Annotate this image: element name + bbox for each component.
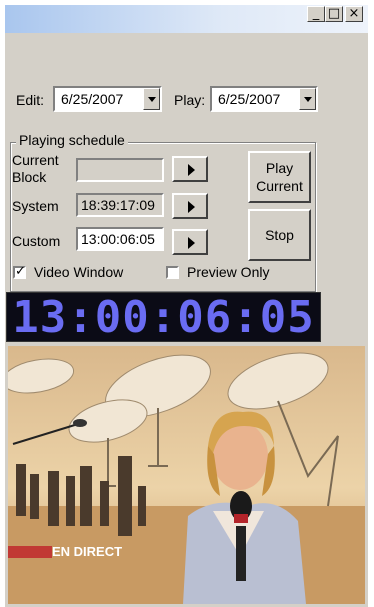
system-play-button[interactable] <box>172 193 208 219</box>
stop-label: Stop <box>265 227 294 243</box>
timecode-text: 13:00:06:05 <box>12 292 315 343</box>
play-date-value: 6/25/2007 <box>218 91 281 107</box>
system-label: System <box>12 198 59 214</box>
play-date-combo[interactable]: 6/25/2007 <box>210 86 318 112</box>
custom-label: Custom <box>12 233 61 249</box>
close-button[interactable]: × <box>345 6 363 22</box>
current-block-label: Current Block <box>12 152 59 185</box>
edit-dropdown-arrow-icon[interactable] <box>143 88 160 110</box>
video-window-checkbox[interactable] <box>13 264 26 279</box>
timecode-display: 13:00:06:05 <box>6 292 321 342</box>
preview-only-label: Preview Only <box>187 264 270 280</box>
play-dropdown-arrow-icon[interactable] <box>299 88 316 110</box>
play-label: Play: <box>174 92 206 108</box>
play-current-button[interactable]: Play Current <box>248 151 311 203</box>
current-block-field <box>76 158 164 182</box>
play-current-label: Play Current <box>256 160 303 194</box>
playing-schedule-title: Playing schedule <box>16 132 128 148</box>
video-frame-image: EN DIRECT <box>8 346 365 604</box>
system-time-field: 18:39:17:09 <box>76 193 164 217</box>
edit-label: Edit: <box>16 92 45 108</box>
preview-only-checkbox[interactable] <box>166 266 179 279</box>
stop-button[interactable]: Stop <box>248 209 311 261</box>
minimize-button[interactable]: _ <box>307 6 325 22</box>
maximize-button[interactable]: □ <box>325 6 343 22</box>
video-preview: EN DIRECT <box>8 346 365 604</box>
custom-play-button[interactable] <box>172 229 208 255</box>
video-caption: EN DIRECT <box>52 544 122 559</box>
custom-time-input[interactable]: 13:00:06:05 <box>76 227 164 251</box>
current-block-play-button[interactable] <box>172 156 208 182</box>
edit-date-value: 6/25/2007 <box>61 91 124 107</box>
video-window-label: Video Window <box>34 264 124 280</box>
edit-date-combo[interactable]: 6/25/2007 <box>53 86 162 112</box>
